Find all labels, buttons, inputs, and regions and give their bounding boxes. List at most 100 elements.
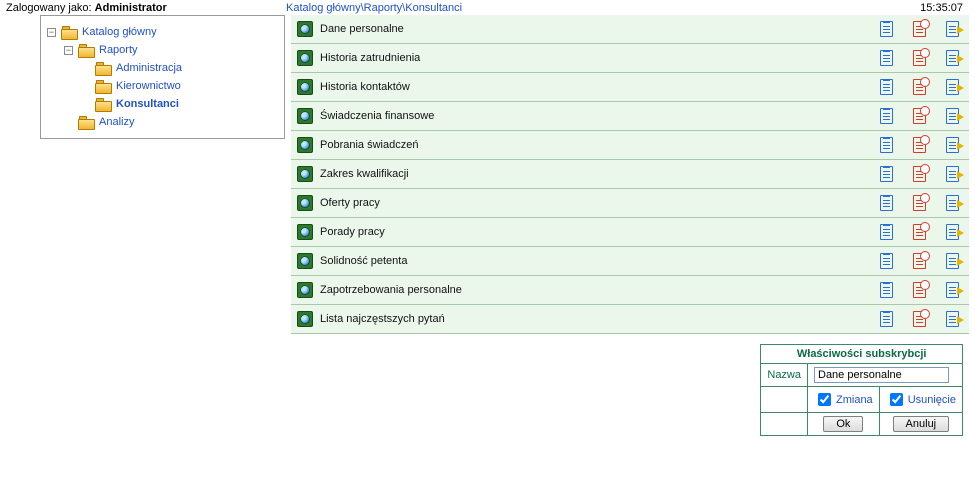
schedule-icon[interactable]	[913, 195, 926, 211]
report-row[interactable]: Oferty pracy	[291, 189, 969, 218]
row-actions	[880, 21, 963, 37]
name-input[interactable]	[814, 367, 949, 383]
report-row[interactable]: Dane personalne	[291, 15, 969, 44]
schedule-icon[interactable]	[913, 166, 926, 182]
view-icon[interactable]	[880, 79, 893, 95]
report-icon	[297, 224, 313, 240]
tree-item-label: Katalog główny	[82, 26, 157, 38]
export-icon[interactable]	[946, 253, 959, 269]
folder-icon	[61, 26, 77, 39]
name-label: Nazwa	[761, 364, 808, 387]
tree-item[interactable]: Kierownictwo	[47, 77, 278, 95]
export-icon[interactable]	[946, 166, 959, 182]
delete-label: Usunięcie	[908, 394, 956, 406]
tree-item-label: Konsultanci	[116, 98, 179, 110]
report-label: Oferty pracy	[320, 197, 880, 209]
row-actions	[880, 224, 963, 240]
schedule-icon[interactable]	[913, 21, 926, 37]
report-row[interactable]: Solidność petenta	[291, 247, 969, 276]
cancel-button[interactable]: Anuluj	[893, 416, 950, 432]
report-icon	[297, 21, 313, 37]
row-actions	[880, 253, 963, 269]
panel-title: Właściwości subskrybcji	[761, 345, 963, 364]
schedule-icon[interactable]	[913, 253, 926, 269]
export-icon[interactable]	[946, 137, 959, 153]
folder-icon	[95, 62, 111, 75]
view-icon[interactable]	[880, 166, 893, 182]
ok-button[interactable]: Ok	[823, 416, 863, 432]
view-icon[interactable]	[880, 195, 893, 211]
report-label: Porady pracy	[320, 226, 880, 238]
report-icon	[297, 50, 313, 66]
tree-toggle-icon[interactable]: −	[47, 28, 56, 37]
report-icon	[297, 195, 313, 211]
report-label: Świadczenia finansowe	[320, 110, 880, 122]
tree-toggle-icon[interactable]: −	[64, 46, 73, 55]
report-icon	[297, 166, 313, 182]
logged-in-user: Zalogowany jako: Administrator	[6, 2, 286, 14]
change-label: Zmiana	[836, 394, 873, 406]
report-icon	[297, 137, 313, 153]
tree-sidebar: −Katalog główny−RaportyAdministracjaKier…	[40, 15, 285, 139]
tree-item[interactable]: − Katalog główny	[47, 23, 278, 41]
report-icon	[297, 108, 313, 124]
report-icon	[297, 311, 313, 327]
export-icon[interactable]	[946, 224, 959, 240]
export-icon[interactable]	[946, 21, 959, 37]
report-row[interactable]: Historia zatrudnienia	[291, 44, 969, 73]
report-row[interactable]: Pobrania świadczeń	[291, 131, 969, 160]
tree-item[interactable]: Administracja	[47, 59, 278, 77]
report-row[interactable]: Lista najczęstszych pytań	[291, 305, 969, 334]
schedule-icon[interactable]	[913, 282, 926, 298]
row-actions	[880, 79, 963, 95]
report-label: Lista najczęstszych pytań	[320, 313, 880, 325]
report-icon	[297, 79, 313, 95]
report-row[interactable]: Zapotrzebowania personalne	[291, 276, 969, 305]
view-icon[interactable]	[880, 282, 893, 298]
row-actions	[880, 311, 963, 327]
view-icon[interactable]	[880, 21, 893, 37]
report-row[interactable]: Historia kontaktów	[291, 73, 969, 102]
report-row[interactable]: Świadczenia finansowe	[291, 102, 969, 131]
clock: 15:35:07	[889, 2, 969, 14]
row-actions	[880, 195, 963, 211]
row-actions	[880, 282, 963, 298]
folder-icon	[95, 98, 111, 111]
schedule-icon[interactable]	[913, 137, 926, 153]
report-label: Dane personalne	[320, 23, 880, 35]
export-icon[interactable]	[946, 79, 959, 95]
breadcrumb[interactable]: Katalog główny\Raporty\Konsultanci	[286, 2, 889, 14]
schedule-icon[interactable]	[913, 224, 926, 240]
folder-icon	[78, 44, 94, 57]
view-icon[interactable]	[880, 311, 893, 327]
tree-item[interactable]: Analizy	[47, 113, 278, 131]
schedule-icon[interactable]	[913, 311, 926, 327]
logged-in-label: Zalogowany jako:	[6, 2, 92, 14]
export-icon[interactable]	[946, 195, 959, 211]
change-checkbox[interactable]	[818, 393, 831, 406]
tree-item-label: Analizy	[99, 116, 134, 128]
row-actions	[880, 50, 963, 66]
schedule-icon[interactable]	[913, 108, 926, 124]
tree-item[interactable]: − Raporty	[47, 41, 278, 59]
schedule-icon[interactable]	[913, 79, 926, 95]
view-icon[interactable]	[880, 137, 893, 153]
tree-item[interactable]: Konsultanci	[47, 95, 278, 113]
view-icon[interactable]	[880, 224, 893, 240]
export-icon[interactable]	[946, 311, 959, 327]
report-list: Dane personalne Historia zatrudnienia Hist…	[291, 15, 969, 334]
logged-in-username: Administrator	[95, 2, 167, 14]
view-icon[interactable]	[880, 50, 893, 66]
tree-item-label: Raporty	[99, 44, 138, 56]
export-icon[interactable]	[946, 50, 959, 66]
delete-checkbox[interactable]	[890, 393, 903, 406]
view-icon[interactable]	[880, 253, 893, 269]
schedule-icon[interactable]	[913, 50, 926, 66]
report-row[interactable]: Zakres kwalifikacji	[291, 160, 969, 189]
export-icon[interactable]	[946, 108, 959, 124]
view-icon[interactable]	[880, 108, 893, 124]
report-row[interactable]: Porady pracy	[291, 218, 969, 247]
report-label: Zapotrzebowania personalne	[320, 284, 880, 296]
report-label: Historia kontaktów	[320, 81, 880, 93]
export-icon[interactable]	[946, 282, 959, 298]
